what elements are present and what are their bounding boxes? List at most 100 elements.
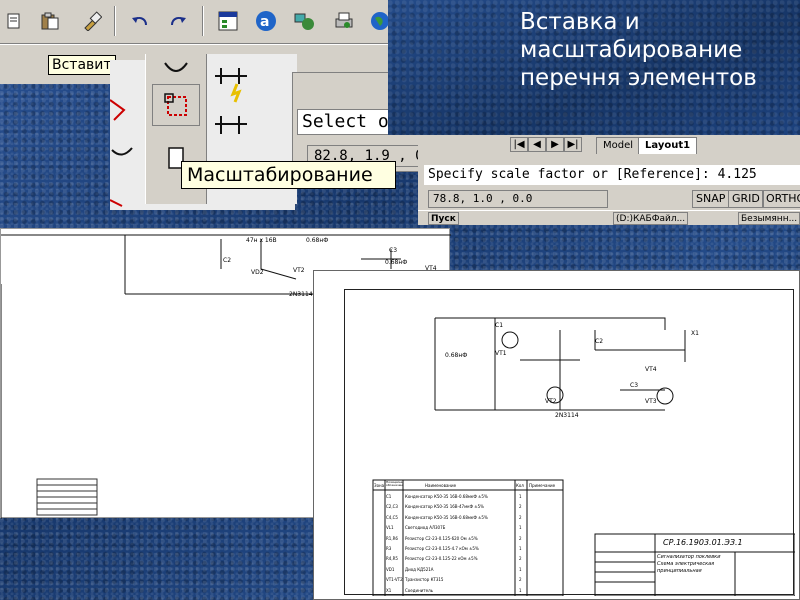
table-row: R1,R6 Резистор С2-23-0.125-620 Ом ±5% 2 (373, 534, 563, 544)
schematic-label: 0.68нФ (306, 237, 329, 244)
bom-designator: R1,R6 (386, 535, 398, 541)
network-icon[interactable] (292, 9, 316, 33)
schematic-label: C1 (495, 322, 504, 329)
table-row: C1 Конденсатор К50-35 16В-0.68мкФ ±5% 1 (373, 492, 563, 502)
taskbar-item-drawing[interactable]: Безымянн... (738, 212, 800, 225)
properties-icon[interactable] (216, 9, 240, 33)
bom-name: Резистор С2-23-0.125-22 кОм ±5% (405, 556, 478, 562)
stamp-title: Сигнализатор поклевки Схема электрическа… (657, 554, 721, 574)
table-row: R4,R5 Резистор С2-23-0.125-22 кОм ±5% 2 (373, 554, 563, 564)
slide-title: Вставка и масштабирование перечня элемен… (520, 9, 757, 91)
drawing-frame: VT1 VT2 VT3 VT4 C1 C2 C3 X1 0.68нФ 2N311… (344, 289, 795, 596)
bom-name: Диод КД521А (405, 566, 434, 572)
svg-text:a: a (260, 14, 269, 30)
table-row: X1 Соединитель 1 (373, 586, 563, 596)
schematic-label: 47н x 16В (246, 237, 277, 244)
bom-header-designator: Позиционное обозначение (386, 481, 403, 487)
bom-name: Конденсатор К50-35 16В-47мкФ ±5% (405, 504, 484, 510)
bom-header-note: Примечание (529, 483, 556, 488)
bom-header-qty: Кол (516, 483, 524, 488)
table-row: C2,C3 Конденсатор К50-35 16В-47мкФ ±5% 2 (373, 502, 563, 512)
next-layout-icon[interactable]: ▶ (546, 137, 564, 152)
bom-designator: C1 (386, 494, 392, 499)
schematic-label: VT3 (645, 398, 657, 405)
hyperlink-icon[interactable]: a (254, 9, 278, 33)
table-row: VT1-VT2 Транзистор КТ315 2 (373, 575, 563, 585)
bom-designator: C2,C3 (386, 504, 398, 510)
scale-command-prompt[interactable]: Specify scale factor or [Reference]: 4.1… (424, 165, 800, 185)
table-row: VL1 Светодиод АЛ307Б 1 (373, 523, 563, 533)
paste-icon[interactable] (38, 9, 62, 33)
slide-title-panel: Вставка и масштабирование перечня элемен… (388, 0, 800, 135)
new-doc-icon[interactable] (2, 9, 26, 33)
bom-name: Резистор С2-23-0.125-620 Ом ±5% (405, 535, 478, 541)
schematic-label: VT1 (495, 350, 507, 357)
coordinates-readout: 78.8, 1.0 , 0.0 (428, 190, 608, 208)
schematic-label: VT2 (293, 267, 305, 274)
bom-name: Конденсатор К50-35 16В-0.68мкФ ±5% (405, 514, 488, 520)
stamp-code: СР.16.1903.01.ЭЗ.1 (663, 538, 743, 547)
bom-qty: 2 (519, 514, 522, 520)
redo-icon[interactable] (166, 9, 190, 33)
bom-name: Светодиод АЛ307Б (405, 525, 446, 531)
bom-qty: 1 (519, 525, 522, 531)
schematic-label: C2 (223, 257, 232, 264)
tab-layout1[interactable]: Layout1 (638, 137, 698, 154)
bom-header-name: Наименование (425, 483, 457, 488)
bom-qty: 2 (519, 504, 522, 510)
bom-qty: 2 (519, 535, 522, 541)
bom-qty: 1 (519, 566, 522, 572)
snap-toggle[interactable]: SNAP (692, 190, 730, 208)
print-icon[interactable] (332, 9, 356, 33)
scale-icon (164, 93, 187, 116)
bom-table-body: C1 Конденсатор К50-35 16В-0.68мкФ ±5% 1 C2,… (373, 492, 563, 596)
arc-tool-icon[interactable] (152, 46, 200, 88)
schematic-label: C3 (630, 382, 639, 389)
tab-model[interactable]: Model (596, 137, 641, 154)
bom-qty: 1 (519, 494, 522, 499)
schematic-label: VT2 (545, 398, 557, 405)
tooltip-scale: Масштабирование (181, 161, 396, 189)
schematic-label: C2 (595, 338, 604, 345)
schematic-label: C3 (389, 247, 398, 254)
schematic-label: 0.68нФ (445, 352, 468, 359)
schematic-label: 2N3114 (289, 291, 313, 298)
standard-toolbar: a (0, 0, 390, 44)
undo-icon[interactable] (128, 9, 152, 33)
bom-header-zone: Зона (374, 483, 385, 488)
prev-layout-icon[interactable]: ◀ (528, 137, 546, 152)
table-row: VD1 Диод КД521А 1 (373, 565, 563, 575)
scale-tool-button[interactable] (152, 84, 200, 126)
table-row: C4,C5 Конденсатор К50-35 16В-0.68мкФ ±5% 2 (373, 513, 563, 523)
bom-designator: VT1-VT2 (386, 577, 403, 583)
bom-designator: VD1 (386, 566, 395, 572)
bom-designator: C4,C5 (386, 514, 398, 520)
schematic-label: VT4 (645, 366, 657, 373)
grid-toggle[interactable]: GRID (728, 190, 764, 208)
bom-name: Соединитель (405, 587, 433, 593)
bom-designator: R4,R5 (386, 556, 398, 562)
match-properties-icon[interactable] (80, 9, 104, 33)
start-button[interactable]: Пуск (428, 212, 459, 225)
first-layout-icon[interactable]: |◀ (510, 137, 528, 152)
taskbar-item-folder[interactable]: (D:)КАБФайл... (613, 212, 689, 225)
tooltip-insert: Вставить (48, 55, 116, 75)
windows-taskbar: Пуск (D:)КАБФайл... Безымянн... (418, 210, 800, 225)
ortho-toggle[interactable]: ORTHO (762, 190, 800, 208)
bom-designator: X1 (386, 587, 392, 593)
autocad-window: |◀ ◀ ▶ ▶| Model Layout1 Specify scale fa… (418, 135, 800, 225)
table-row: R3 Резистор С2-23-0.125-4.7 кОм ±5% 1 (373, 544, 563, 554)
bom-qty: 2 (519, 556, 522, 562)
bom-name: Конденсатор К50-35 16В-0.68мкФ ±5% (405, 494, 488, 499)
schematic-label: VD2 (251, 269, 264, 276)
bom-qty: 1 (519, 546, 522, 551)
bom-qty: 1 (519, 587, 522, 593)
schematic-label: 2N3114 (555, 412, 579, 419)
bom-designator: VL1 (386, 525, 394, 531)
bom-designator: R3 (386, 546, 392, 551)
status-bar: 78.8, 1.0 , 0.0 SNAP GRID ORTHO (424, 190, 800, 208)
last-layout-icon[interactable]: ▶| (564, 137, 582, 152)
schematic-label: X1 (691, 330, 699, 337)
bom-qty: 2 (519, 577, 522, 583)
bom-name: Резистор С2-23-0.125-4.7 кОм ±5% (405, 546, 479, 551)
